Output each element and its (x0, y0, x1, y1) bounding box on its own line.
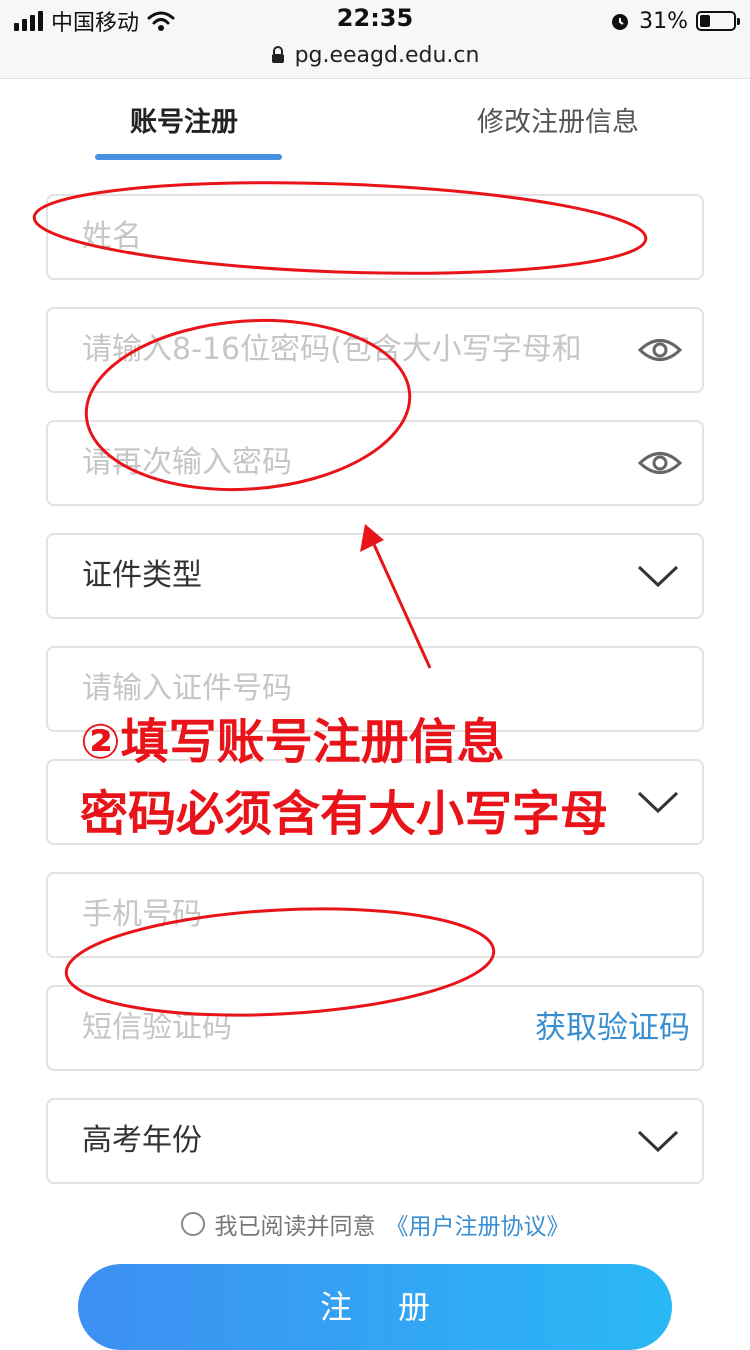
annotation-text-line2: 密码必须含有大小写字母 (80, 786, 609, 842)
url-text: pg.eeagd.edu.cn (294, 42, 480, 68)
id-type-select[interactable]: 证件类型 (46, 533, 704, 619)
show-password-confirm-eye-icon[interactable] (638, 446, 682, 480)
agreement-checkbox[interactable] (180, 1212, 205, 1236)
agreement-text: 我已阅读并同意 (214, 1214, 376, 1240)
agreement-row: 我已阅读并同意 《用户注册协议》 (0, 1207, 750, 1241)
password-confirm-input[interactable]: 请再次输入密码 (46, 420, 704, 506)
exam-year-select[interactable]: 高考年份 (46, 1098, 704, 1184)
id-type-value: 证件类型 (82, 558, 202, 593)
chevron-down-icon (637, 791, 679, 814)
tab-account-register[interactable]: 账号注册 (130, 100, 238, 139)
password-input[interactable]: 请输入8-16位密码(包含大小写字母和 (46, 307, 704, 393)
password-placeholder: 请输入8-16位密码(包含大小写字母和 (82, 332, 582, 367)
annotation-text-line1: ②填写账号注册信息 (80, 714, 505, 770)
register-button[interactable]: 注册 (78, 1264, 672, 1350)
agreement-link[interactable]: 《用户注册协议》 (386, 1207, 570, 1241)
address-bar[interactable]: pg.eeagd.edu.cn (0, 40, 750, 70)
show-password-eye-icon[interactable] (638, 333, 682, 367)
active-tab-indicator (95, 154, 282, 160)
tab-bar: 账号注册 修改注册信息 (0, 80, 750, 160)
tab-modify-register-info[interactable]: 修改注册信息 (477, 100, 639, 139)
chevron-down-icon (637, 1130, 679, 1153)
name-input[interactable]: 姓名 (46, 194, 704, 280)
get-sms-code-button[interactable]: 获取验证码 (535, 987, 690, 1069)
sms-code-input[interactable]: 短信验证码 获取验证码 (46, 985, 704, 1071)
status-bar: 中国移动 22:35 31% pg.eeagd.edu.cn (0, 0, 750, 79)
alarm-icon (612, 14, 629, 30)
status-right: 31% (609, 6, 740, 36)
phone-input[interactable]: 手机号码 (46, 872, 704, 958)
password-confirm-placeholder: 请再次输入密码 (82, 445, 292, 480)
chevron-down-icon (637, 565, 679, 588)
battery-percent: 31% (639, 8, 688, 34)
lock-icon (271, 46, 284, 63)
name-placeholder: 姓名 (82, 219, 142, 254)
battery-level (700, 15, 710, 27)
sms-code-placeholder: 短信验证码 (82, 1010, 232, 1045)
battery-icon (696, 11, 740, 31)
exam-year-value: 高考年份 (82, 1123, 202, 1158)
phone-placeholder: 手机号码 (82, 897, 202, 932)
